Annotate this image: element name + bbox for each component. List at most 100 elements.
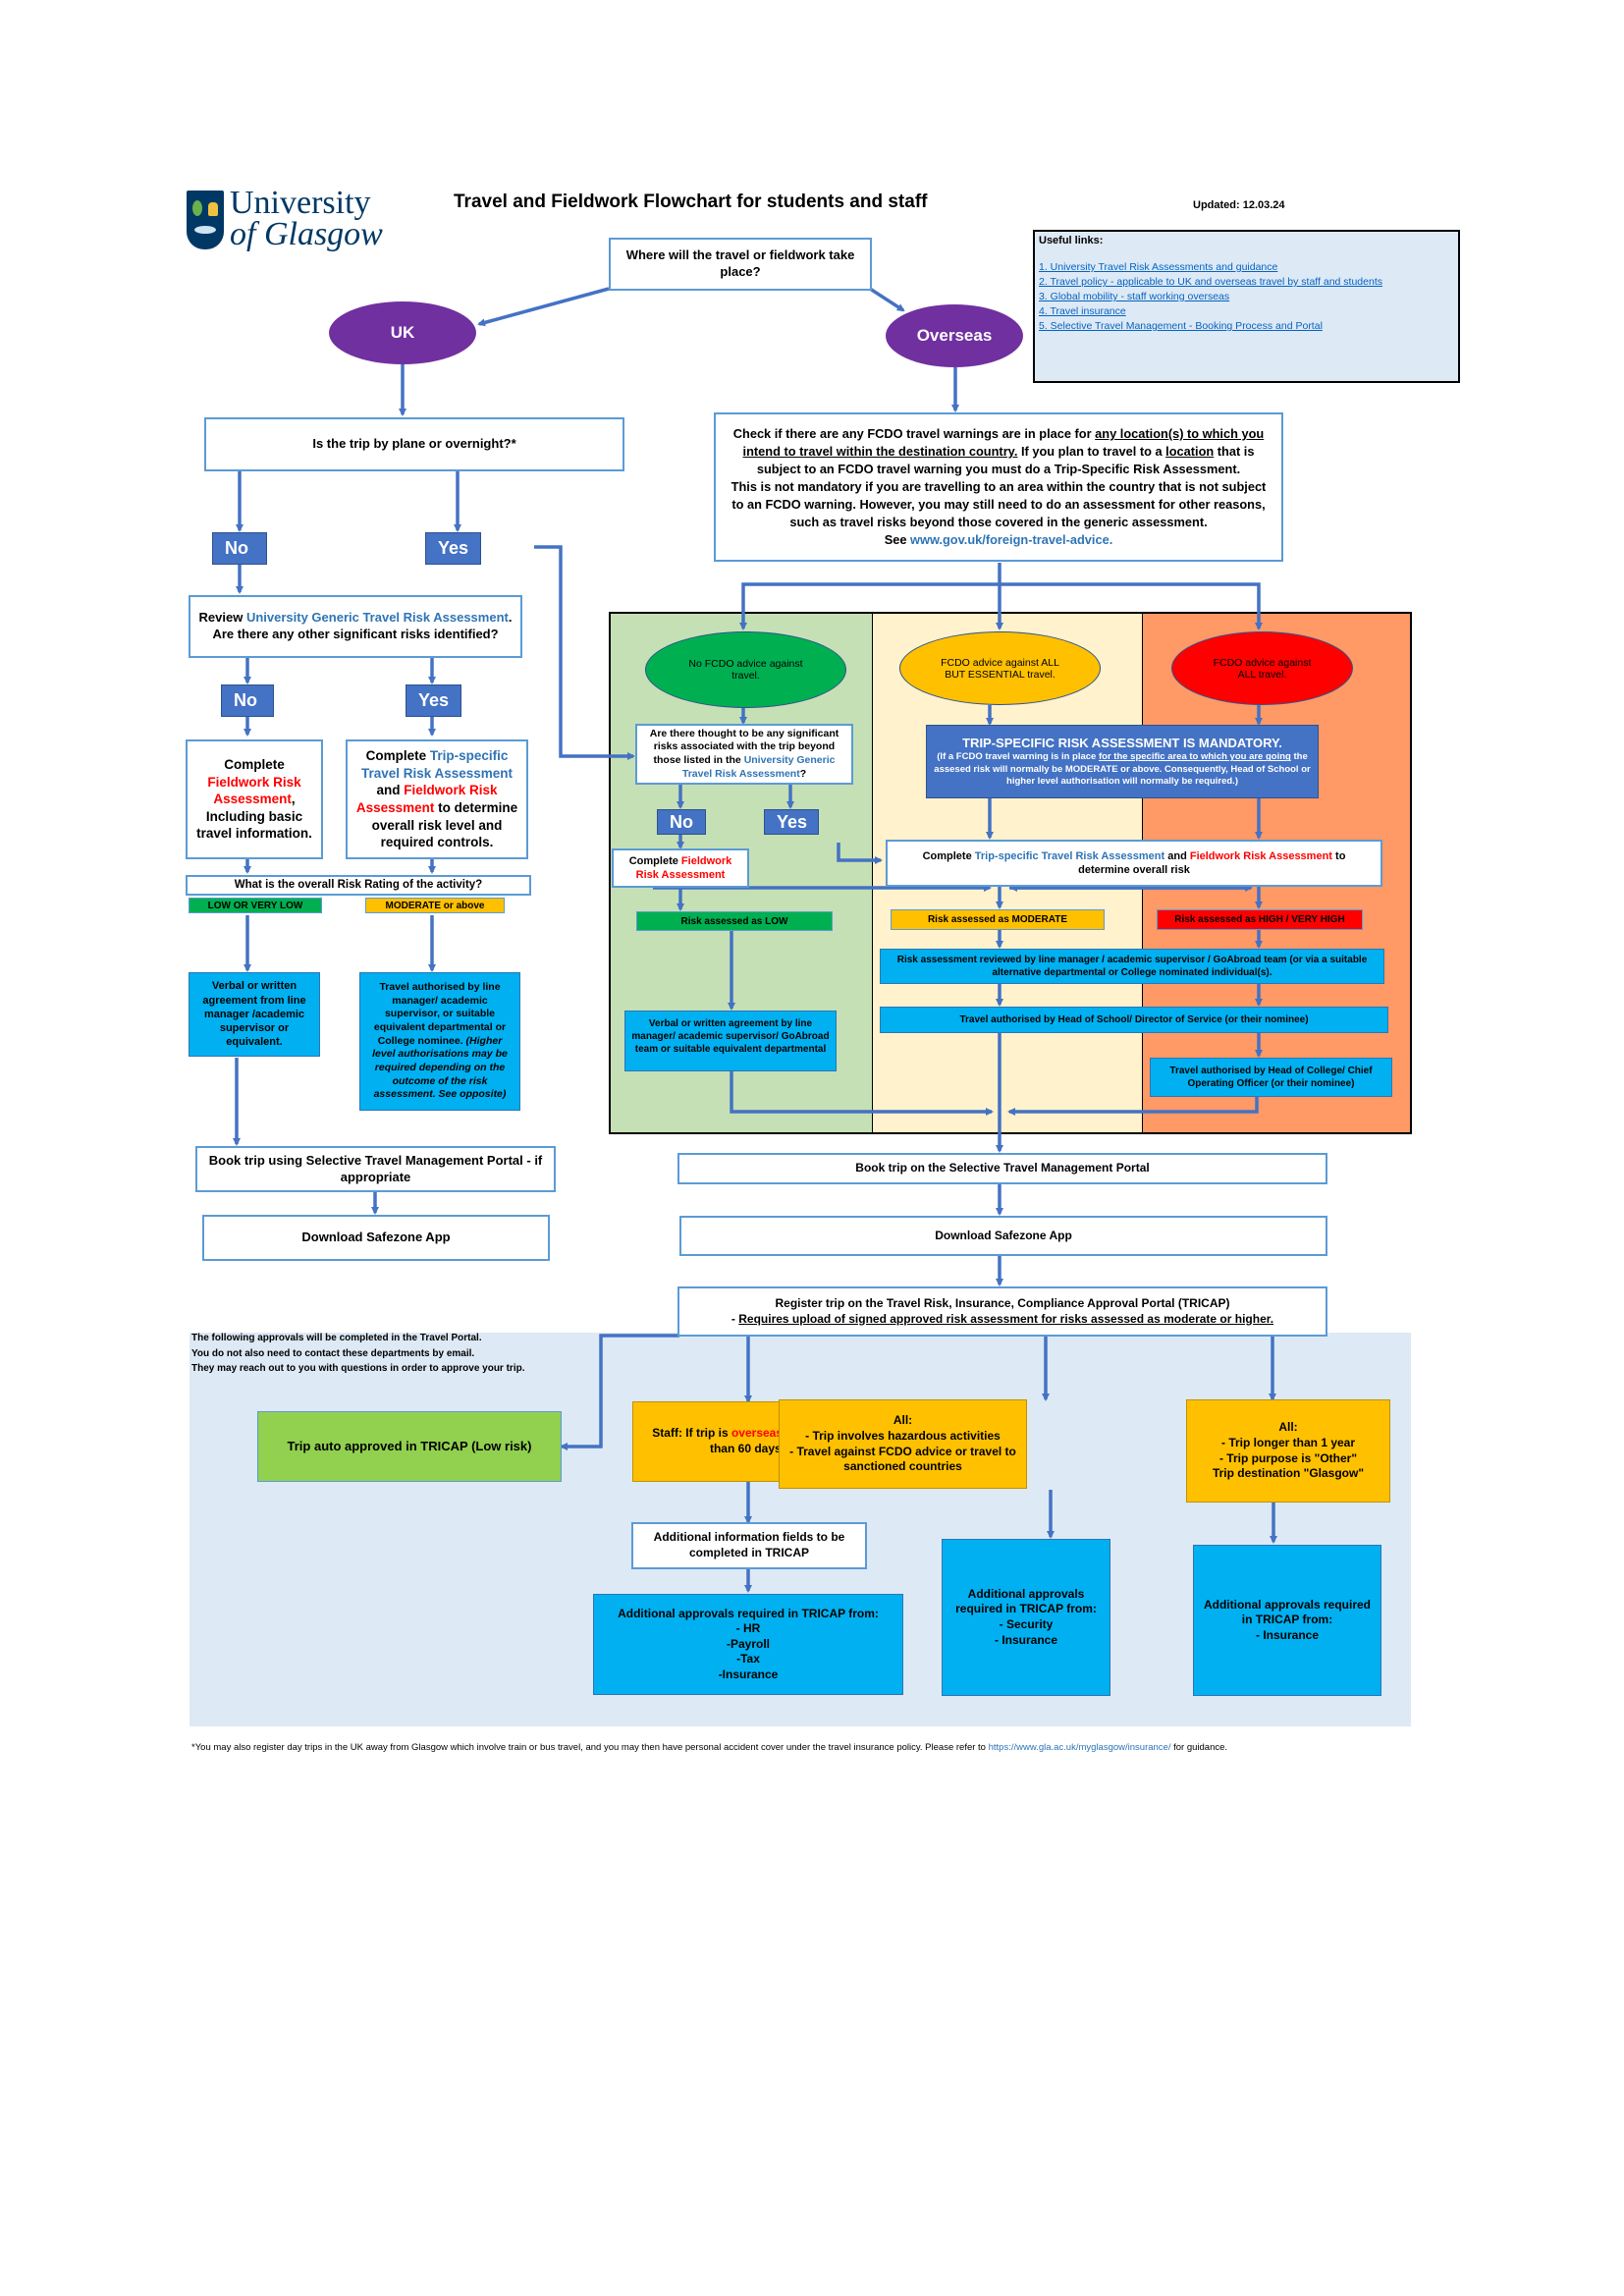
university-logo: University of Glasgow <box>187 185 383 257</box>
complete-trip-specific-overseas-text: Complete Trip-specific Travel Risk Asses… <box>922 849 1346 876</box>
arrow-check-lanes-right <box>1000 582 1263 630</box>
hazard-line: All: <box>893 1413 913 1428</box>
uk-yes2-label: Yes <box>406 684 461 717</box>
uk-complete-fieldwork-text: Complete Fieldwork Risk Assessment, Inclu… <box>196 757 312 842</box>
uk-complete-trip-specific-text: Complete Trip-specific Travel Risk Asses… <box>355 748 518 850</box>
uk-complete-fieldwork-box: Complete Fieldwork Risk Assessment, Inclu… <box>186 739 323 859</box>
uk-yes-text: Yes <box>438 538 469 558</box>
uk-yes2-text: Yes <box>418 690 450 710</box>
overseas-label: Overseas <box>916 326 993 345</box>
useful-links-heading: Useful links: <box>1039 235 1104 246</box>
risk-low-badge: Risk assessed as LOW <box>636 911 833 931</box>
approvals-line: - HR <box>735 1621 761 1636</box>
overseas-yes-text: Yes <box>777 811 808 832</box>
arrow-yes-complete-ts <box>837 843 883 864</box>
approvals-line: Additional approvals required in TRICAP … <box>1203 1597 1372 1627</box>
link-selective-travel[interactable]: 5. Selective Travel Management - Booking… <box>1039 319 1454 334</box>
uk-risk-question-text: What is the overall Risk Rating of the a… <box>234 879 483 892</box>
tricap-note: The following approvals will be complete… <box>191 1331 525 1377</box>
logo-text-line2: of Glasgow <box>230 216 383 252</box>
insurance-guidance-link[interactable]: https://www.gla.ac.uk/myglasgow/insuranc… <box>989 1742 1171 1753</box>
uk-yes-label: Yes <box>425 532 481 565</box>
overseas-complete-fieldwork-box: Complete Fieldwork Risk Assessment <box>612 848 749 888</box>
all-travel-oval: FCDO advice against ALL travel. <box>1171 631 1353 705</box>
link-travel-risk-assessments[interactable]: 1. University Travel Risk Assessments an… <box>1039 260 1454 275</box>
start-question-text: Where will the travel or fieldwork take … <box>625 247 855 279</box>
overseas-verbal-text: Verbal or written agreement by line mana… <box>631 1018 830 1055</box>
generic-risk-assessment-link[interactable]: University Generic Travel Risk Assessmen… <box>246 610 509 625</box>
fieldwork-risk-assessment-link[interactable]: Fieldwork Risk Assessment <box>207 775 300 807</box>
uk-risk-rating-question: What is the overall Risk Rating of the a… <box>186 875 531 896</box>
overseas-complete-fieldwork-text: Complete Fieldwork Risk Assessment <box>628 854 732 881</box>
footnote-post: for guidance. <box>1170 1742 1228 1753</box>
trip-other-glasgow-box: All: - Trip longer than 1 year - Trip pu… <box>1186 1399 1390 1503</box>
link-travel-policy[interactable]: 2. Travel policy - applicable to UK and … <box>1039 275 1454 290</box>
overseas-node: Overseas <box>886 304 1023 367</box>
uk-verbal-agreement-box: Verbal or written agreement from line ma… <box>189 972 320 1057</box>
useful-links-panel: Useful links: 1. University Travel Risk … <box>1033 230 1460 383</box>
significant-risks-text: Are there thought to be any significant … <box>649 727 839 780</box>
hazard-line: - Travel against FCDO advice or travel t… <box>789 1444 1016 1474</box>
approvals-line: -Insurance <box>718 1667 779 1681</box>
page-title: Travel and Fieldwork Flowchart for stude… <box>454 191 928 212</box>
hazardous-activities-box: All: - Trip involves hazardous activitie… <box>779 1399 1027 1489</box>
uk-low-text: LOW OR VERY LOW <box>207 901 303 911</box>
approvals-insurance-box: Additional approvals required in TRICAP … <box>1193 1545 1381 1696</box>
uk-book-text: Book trip using Selective Travel Managem… <box>208 1152 543 1184</box>
footnote-text: *You may also register day trips in the … <box>191 1742 989 1753</box>
mandatory-text: (If a FCDO travel warning is in place fo… <box>934 751 1311 788</box>
register-tricap-line2: - Requires upload of signed approved ris… <box>731 1311 1274 1326</box>
arrow-check-lanes-left <box>739 582 1000 630</box>
all-but-essential-text: FCDO advice against ALL BUT ESSENTIAL tr… <box>941 656 1059 681</box>
overseas-download-text[interactable]: Download Safezone App <box>935 1229 1072 1244</box>
uk-no-text: No <box>225 538 248 558</box>
all-but-essential-oval: FCDO advice against ALL BUT ESSENTIAL tr… <box>899 631 1101 705</box>
link-travel-insurance[interactable]: 4. Travel insurance <box>1039 304 1454 319</box>
mandatory-assessment-box: TRIP-SPECIFIC RISK ASSESSMENT IS MANDATO… <box>926 725 1319 798</box>
significant-risks-question: Are there thought to be any significant … <box>635 724 853 785</box>
auto-approved-box: Trip auto approved in TRICAP (Low risk) <box>257 1411 562 1482</box>
start-question: Where will the travel or fieldwork take … <box>609 238 872 291</box>
approvals-line: -Tax <box>736 1652 760 1667</box>
uk-verbal-text: Verbal or written agreement from line ma… <box>202 980 306 1049</box>
link-global-mobility[interactable]: 3. Global mobility - staff working overs… <box>1039 290 1454 304</box>
approvals-line: Additional approvals required in TRICAP … <box>618 1606 879 1620</box>
overseas-no-label: No <box>657 809 706 835</box>
updated-date: Updated: 12.03.24 <box>1193 199 1285 211</box>
approvals-line: Additional approvals required in TRICAP … <box>955 1586 1097 1616</box>
footnote: *You may also register day trips in the … <box>191 1742 1227 1753</box>
auto-approved-text: Trip auto approved in TRICAP (Low risk) <box>287 1438 532 1453</box>
uk-label: UK <box>390 323 415 342</box>
risk-moderate-text: Risk assessed as MODERATE <box>927 914 1068 925</box>
approvals-line: - Security <box>999 1617 1054 1631</box>
hazard-line: - Trip involves hazardous activities <box>805 1428 1001 1443</box>
other-line: - Trip purpose is "Other" <box>1218 1450 1358 1465</box>
trip-specific-risk-assessment-link-2[interactable]: Trip-specific Travel Risk Assessment <box>975 850 1164 862</box>
uk-complete-trip-specific-box: Complete Trip-specific Travel Risk Asses… <box>346 739 528 859</box>
fieldwork-risk-assessment-link-4[interactable]: Fieldwork Risk Assessment <box>1190 850 1332 862</box>
register-tricap-box: Register trip on the Travel Risk, Insura… <box>677 1286 1327 1337</box>
tricap-note-line: They may reach out to you with questions… <box>191 1363 525 1374</box>
foreign-travel-advice-link[interactable]: www.gov.uk/foreign-travel-advice. <box>910 532 1112 547</box>
authorised-hos-text: Travel authorised by Head of School/ Dir… <box>959 1014 1309 1025</box>
mandatory-title: TRIP-SPECIFIC RISK ASSESSMENT IS MANDATO… <box>962 735 1282 750</box>
reviewed-text: Risk assessment reviewed by line manager… <box>896 955 1368 978</box>
approvals-hr-payroll-box: Additional approvals required in TRICAP … <box>593 1594 903 1695</box>
authorised-hoc-text: Travel authorised by Head of College/ Ch… <box>1169 1066 1373 1089</box>
risk-high-badge: Risk assessed as HIGH / VERY HIGH <box>1157 909 1363 930</box>
additional-info-box: Additional information fields to be comp… <box>631 1522 867 1569</box>
other-line: - Trip longer than 1 year <box>1220 1435 1356 1449</box>
additional-info-text: Additional information fields to be comp… <box>653 1530 845 1559</box>
overseas-yes-label: Yes <box>764 809 819 835</box>
arrow-start-uk <box>477 287 610 327</box>
risk-moderate-badge: Risk assessed as MODERATE <box>891 909 1105 930</box>
no-fcdo-advice-oval: No FCDO advice against travel. <box>645 631 846 708</box>
approvals-line: - Insurance <box>1255 1627 1320 1642</box>
arrow-verbal-merge <box>730 1070 994 1116</box>
risk-high-text: Risk assessed as HIGH / VERY HIGH <box>1174 914 1345 925</box>
approvals-security-box: Additional approvals required in TRICAP … <box>942 1539 1110 1696</box>
uk-book-trip-box: Book trip using Selective Travel Managem… <box>195 1146 556 1192</box>
uk-download-text[interactable]: Download Safezone App <box>301 1230 450 1246</box>
uk-review-generic-box: Review University Generic Travel Risk As… <box>189 595 522 658</box>
uk-moderate-badge: MODERATE or above <box>365 898 505 913</box>
